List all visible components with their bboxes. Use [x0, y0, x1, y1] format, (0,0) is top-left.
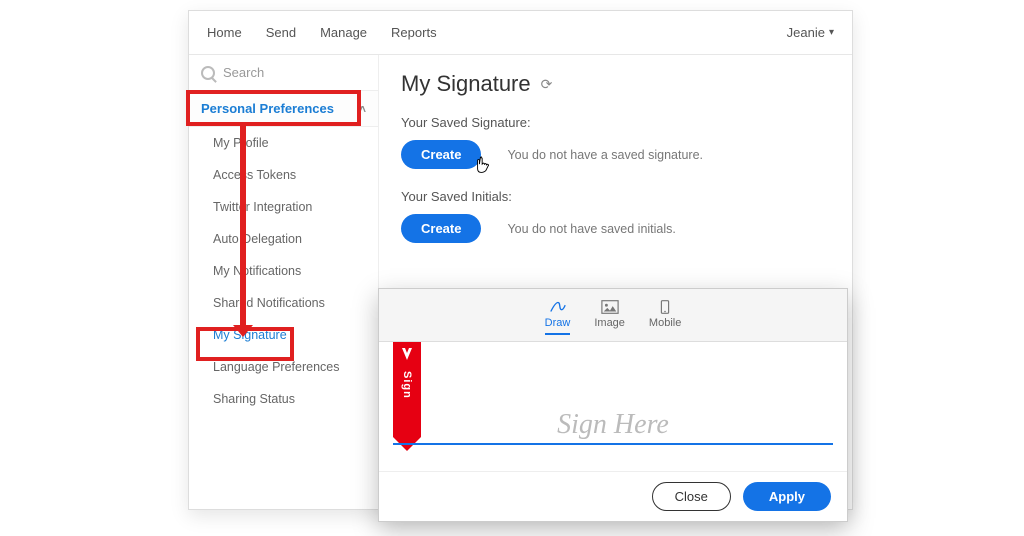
tab-draw[interactable]: Draw: [545, 299, 571, 335]
sidebar-item-my-signature[interactable]: My Signature: [189, 319, 378, 351]
top-nav: Home Send Manage Reports Jeanie ▾: [189, 11, 852, 55]
sign-here-placeholder: Sign Here: [379, 409, 847, 441]
refresh-icon[interactable]: ⟳: [541, 76, 553, 93]
initials-hint: You do not have saved initials.: [507, 222, 675, 236]
nav-home[interactable]: Home: [207, 25, 242, 40]
nav-reports[interactable]: Reports: [391, 25, 437, 40]
caret-down-icon: ▾: [829, 27, 834, 38]
signature-dialog: Draw Image Mobile Sign Sign Here Close A…: [378, 288, 848, 522]
dialog-footer: Close Apply: [379, 471, 847, 521]
sidebar-item-access-tokens[interactable]: Access Tokens: [189, 159, 378, 191]
dialog-tabs: Draw Image Mobile: [379, 289, 847, 342]
adobe-icon: [399, 346, 415, 365]
create-signature-button[interactable]: Create: [401, 140, 481, 169]
draw-icon: [549, 299, 567, 315]
sidebar-item-language-preferences[interactable]: Language Preferences: [189, 351, 378, 383]
image-icon: [601, 299, 619, 315]
user-menu[interactable]: Jeanie ▾: [787, 25, 834, 40]
sign-tag-label: Sign: [401, 371, 413, 399]
tab-image[interactable]: Image: [594, 299, 625, 335]
mobile-icon: [656, 299, 674, 315]
nav-send[interactable]: Send: [266, 25, 296, 40]
sidebar-section-personal-preferences[interactable]: Personal Preferences ˄: [189, 91, 378, 127]
close-button[interactable]: Close: [652, 482, 731, 511]
sidebar-items: My Profile Access Tokens Twitter Integra…: [189, 127, 378, 415]
chevron-up-icon: ˄: [359, 102, 366, 116]
saved-initials-label: Your Saved Initials:: [401, 189, 830, 204]
page-title: My Signature ⟳: [401, 71, 830, 97]
signature-draw-area[interactable]: Sign Sign Here: [379, 342, 847, 471]
create-initials-button[interactable]: Create: [401, 214, 481, 243]
signature-hint: You do not have a saved signature.: [507, 148, 703, 162]
sidebar-item-shared-notifications[interactable]: Shared Notifications: [189, 287, 378, 319]
sidebar: Search Personal Preferences ˄ My Profile…: [189, 55, 379, 509]
sign-tag: Sign: [393, 342, 421, 437]
sidebar-item-my-notifications[interactable]: My Notifications: [189, 255, 378, 287]
search-input[interactable]: Search: [189, 55, 378, 91]
search-icon: [201, 66, 215, 80]
signature-line: [393, 443, 833, 445]
apply-button[interactable]: Apply: [743, 482, 831, 511]
search-placeholder: Search: [223, 65, 264, 80]
sidebar-item-my-profile[interactable]: My Profile: [189, 127, 378, 159]
tab-mobile[interactable]: Mobile: [649, 299, 681, 335]
nav-manage[interactable]: Manage: [320, 25, 367, 40]
user-name: Jeanie: [787, 25, 825, 40]
sidebar-item-twitter-integration[interactable]: Twitter Integration: [189, 191, 378, 223]
sidebar-item-auto-delegation[interactable]: Auto Delegation: [189, 223, 378, 255]
sidebar-item-sharing-status[interactable]: Sharing Status: [189, 383, 378, 415]
saved-signature-label: Your Saved Signature:: [401, 115, 830, 130]
section-label: Personal Preferences: [201, 101, 334, 116]
